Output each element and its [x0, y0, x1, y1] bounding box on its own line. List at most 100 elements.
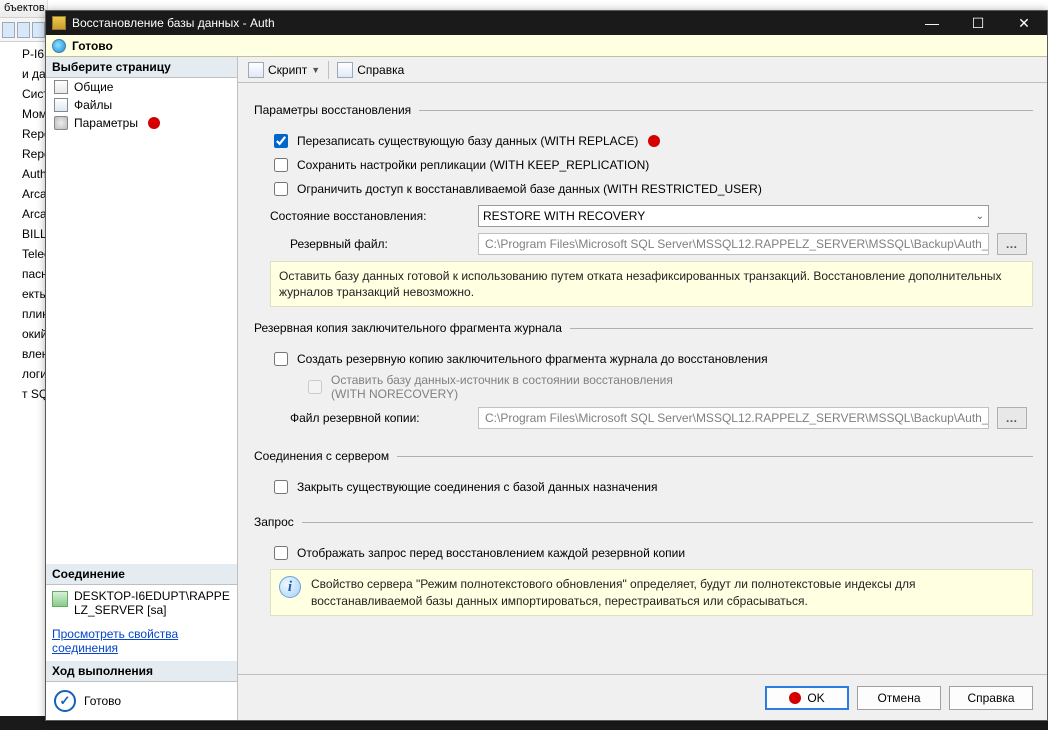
connection-value: DESKTOP-I6EDUPT\RAPPELZ_SERVER [sa] [74, 589, 231, 617]
page-general[interactable]: Общие [46, 78, 237, 96]
highlight-dot-icon [648, 135, 660, 147]
titlebar[interactable]: Восстановление базы данных - Auth — ☐ ✕ [46, 11, 1047, 35]
tree-item[interactable]: ArcadiaIn [18, 206, 47, 222]
restricted-user-label: Ограничить доступ к восстанавливаемой ба… [297, 182, 762, 196]
server-connections-legend: Соединения с сервером [252, 449, 397, 463]
restricted-user-checkbox[interactable] [274, 182, 288, 196]
tree-item[interactable]: Системны [18, 86, 47, 102]
tree-item[interactable]: BILLING94 [18, 226, 47, 242]
tree-item[interactable]: екты сер [18, 286, 47, 302]
tree-item[interactable]: ReportSer [18, 146, 47, 162]
tree-item[interactable]: и данных [18, 66, 47, 82]
tree-item[interactable]: Момента [18, 106, 47, 122]
script-button[interactable]: Скрипт ▼ [244, 60, 324, 80]
tree-item[interactable]: пасность [18, 266, 47, 282]
restore-database-dialog: Восстановление базы данных - Auth — ☐ ✕ … [45, 10, 1048, 721]
restore-options-group: Параметры восстановления Перезаписать су… [252, 103, 1033, 307]
ok-label: OK [807, 691, 824, 705]
norecovery-checkbox [308, 380, 322, 394]
tree-item[interactable]: P-I6EDUI [18, 46, 47, 62]
chevron-down-icon[interactable]: ▼ [311, 65, 320, 75]
recovery-state-combo[interactable]: RESTORE WITH RECOVERY ⌄ [478, 205, 989, 227]
progress-text: Готово [84, 694, 121, 708]
tree-item[interactable]: Arcadia94 [18, 186, 47, 202]
close-existing-conn-label: Закрыть существующие соединения с базой … [297, 480, 657, 494]
tail-log-backup-label: Создать резервную копию заключительного … [297, 352, 768, 366]
ok-button[interactable]: OK [765, 686, 849, 710]
recovery-state-label: Состояние восстановления: [270, 209, 470, 223]
page-label: Параметры [74, 116, 138, 130]
help-button[interactable]: Справка [333, 60, 408, 80]
overwrite-checkbox[interactable] [274, 134, 288, 148]
dialog-footer: OK Отмена Справка [238, 674, 1047, 720]
page-icon [54, 98, 68, 112]
standby-file-label: Резервный файл: [270, 237, 470, 251]
connection-header: Соединение [46, 564, 237, 585]
help-footer-button[interactable]: Справка [949, 686, 1033, 710]
info-icon [279, 576, 301, 598]
page-selector-pane: Выберите страницу Общие Файлы Параметры … [46, 57, 238, 720]
page-icon [54, 116, 68, 130]
help-label: Справка [357, 63, 404, 77]
ready-statusbar: Готово [46, 35, 1047, 57]
server-icon [52, 591, 68, 607]
help-icon [337, 62, 353, 78]
backup-file-input[interactable]: C:\Program Files\Microsoft SQL Server\MS… [478, 407, 989, 429]
keep-replication-checkbox[interactable] [274, 158, 288, 172]
options-page: Скрипт ▼ Справка Параметры восстановлени… [238, 57, 1047, 720]
script-label: Скрипт [268, 63, 307, 77]
recovery-state-info: Оставить базу данных готовой к использов… [270, 261, 1033, 307]
backup-file-label: Файл резервной копии: [270, 411, 470, 425]
tail-log-legend: Резервная копия заключительного фрагмент… [252, 321, 570, 335]
tree-item[interactable]: т SQL Se [18, 386, 47, 402]
prompt-before-restore-label: Отображать запрос перед восстановлением … [297, 546, 685, 560]
page-label: Файлы [74, 98, 112, 112]
close-button[interactable]: ✕ [1001, 11, 1047, 35]
progress-ready-icon [54, 690, 76, 712]
norecovery-label: Оставить базу данных-источник в состояни… [331, 373, 673, 401]
object-explorer-header: бъектов [0, 0, 47, 18]
help-footer-label: Справка [967, 691, 1014, 705]
tree-item[interactable]: окий уро [18, 326, 47, 342]
close-existing-conn-checkbox[interactable] [274, 480, 288, 494]
view-connection-props-link[interactable]: Просмотреть свойства соединения [52, 627, 178, 655]
script-icon [248, 62, 264, 78]
chevron-down-icon: ⌄ [976, 211, 984, 222]
tail-log-group: Резервная копия заключительного фрагмент… [252, 321, 1033, 435]
cancel-label: Отмена [877, 691, 920, 705]
page-files[interactable]: Файлы [46, 96, 237, 114]
highlight-dot-icon [148, 117, 160, 129]
tree-item[interactable]: ReportSer [18, 126, 47, 142]
tree-item[interactable]: Telecaste [18, 246, 47, 262]
fulltext-info-text: Свойство сервера "Режим полнотекстового … [311, 576, 1024, 608]
recovery-state-value: RESTORE WITH RECOVERY [483, 209, 645, 223]
page-options[interactable]: Параметры [46, 114, 237, 132]
minimize-button[interactable]: — [909, 11, 955, 35]
standby-file-input[interactable]: C:\Program Files\Microsoft SQL Server\MS… [478, 233, 989, 255]
prompt-before-restore-checkbox[interactable] [274, 546, 288, 560]
keep-replication-label: Сохранить настройки репликации (WITH KEE… [297, 158, 649, 172]
tree-item[interactable]: вление [18, 346, 47, 362]
overwrite-label: Перезаписать существующую базу данных (W… [297, 134, 638, 148]
standby-browse-button[interactable]: … [997, 233, 1027, 255]
progress-header: Ход выполнения [46, 661, 237, 682]
restore-options-legend: Параметры восстановления [252, 103, 419, 117]
tree-item[interactable]: пликация [18, 306, 47, 322]
object-explorer-toolbar [0, 18, 47, 42]
page-icon [54, 80, 68, 94]
window-title: Восстановление базы данных - Auth [72, 16, 275, 30]
cancel-button[interactable]: Отмена [857, 686, 941, 710]
prompt-group: Запрос Отображать запрос перед восстанов… [252, 515, 1033, 615]
server-connections-group: Соединения с сервером Закрыть существующ… [252, 449, 1033, 501]
tree-item[interactable]: Auth [18, 166, 47, 182]
status-text: Готово [72, 39, 113, 53]
select-page-header: Выберите страницу [46, 57, 237, 78]
fulltext-info: Свойство сервера "Режим полнотекстового … [270, 569, 1033, 615]
highlight-dot-icon [789, 692, 801, 704]
tail-log-backup-checkbox[interactable] [274, 352, 288, 366]
prompt-legend: Запрос [252, 515, 302, 529]
dialog-toolbar: Скрипт ▼ Справка [238, 57, 1047, 83]
backup-file-browse-button[interactable]: … [997, 407, 1027, 429]
maximize-button[interactable]: ☐ [955, 11, 1001, 35]
tree-item[interactable]: логи слу [18, 366, 47, 382]
